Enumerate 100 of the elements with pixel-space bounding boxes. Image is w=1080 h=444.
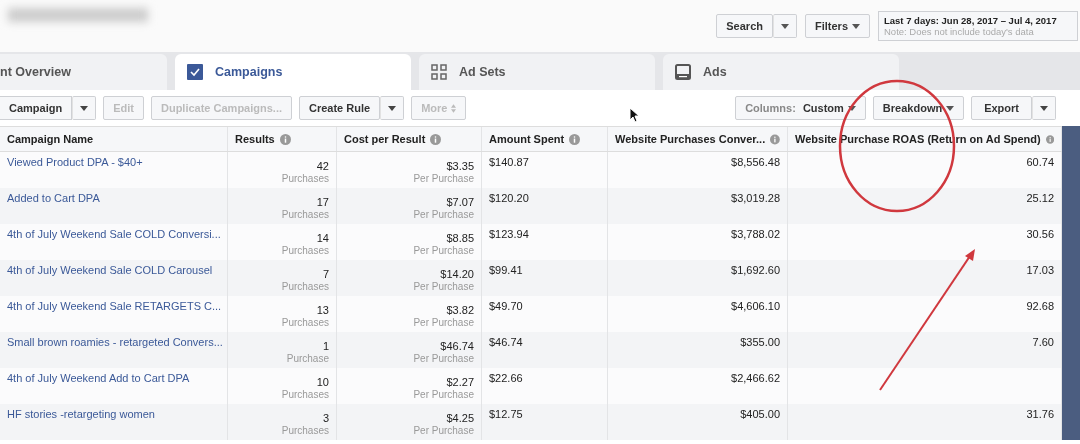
up-down-arrows-icon [451, 103, 457, 113]
cost-value: $2.27 [446, 376, 474, 388]
caret-icon [946, 105, 955, 111]
results-unit: Purchases [281, 317, 329, 328]
search-button[interactable]: Search [716, 14, 773, 38]
cost-unit: Per Purchase [413, 209, 474, 220]
filters-button[interactable]: Filters [805, 14, 870, 38]
campaign-link[interactable]: 4th of July Weekend Add to Cart DPA [7, 372, 190, 384]
results-unit: Purchases [281, 425, 329, 436]
date-range-picker[interactable]: Last 7 days: Jun 28, 2017 – Jul 4, 2017 Note: Does not include today's data [878, 11, 1078, 41]
results-value: 42 [316, 160, 329, 172]
conversion-value: $2,466.62 [731, 372, 780, 384]
amount-spent: $49.70 [489, 300, 523, 312]
roas-value: 7.60 [1032, 336, 1054, 348]
results-unit: Purchases [281, 173, 329, 184]
info-icon [279, 133, 291, 145]
conversion-value: $3,788.02 [731, 228, 780, 240]
cost-unit: Per Purchase [413, 353, 474, 364]
caret-icon [781, 23, 789, 29]
amount-spent: $12.75 [489, 408, 523, 420]
breakdown-button[interactable]: Breakdown [872, 96, 965, 120]
campaign-link[interactable]: HF stories -retargeting women [7, 408, 155, 420]
column-header[interactable]: Website Purchases Conver... [608, 127, 788, 151]
cost-value: $7.07 [446, 196, 474, 208]
cost-unit: Per Purchase [413, 173, 474, 184]
grid-icon [431, 64, 447, 80]
conversion-value: $3,019.28 [731, 192, 780, 204]
results-value: 3 [322, 412, 329, 424]
campaign-link[interactable]: Added to Cart DPA [7, 192, 100, 204]
cost-value: $8.85 [446, 232, 474, 244]
columns-button[interactable]: Columns: Custom [735, 96, 866, 120]
toolbar-button[interactable]: Create Rule [299, 96, 381, 120]
conversion-value: $355.00 [740, 336, 780, 348]
info-icon [770, 133, 780, 145]
results-unit: Purchases [281, 281, 329, 292]
caret-icon [388, 105, 397, 111]
results-value: 14 [316, 232, 329, 244]
cursor-icon [629, 107, 639, 123]
campaign-link[interactable]: 4th of July Weekend Sale COLD Conversi... [7, 228, 221, 240]
cost-value: $14.20 [440, 268, 474, 280]
conversion-value: $4,606.10 [731, 300, 780, 312]
roas-value: 30.56 [1026, 228, 1054, 240]
export-button[interactable]: Export [971, 96, 1032, 120]
toolbar-button[interactable]: Campaign [0, 96, 73, 120]
ad-icon [675, 64, 691, 80]
dropdown-button[interactable] [1032, 96, 1056, 120]
dropdown-button[interactable] [773, 14, 797, 38]
checkbox-icon [187, 64, 203, 80]
cost-unit: Per Purchase [413, 245, 474, 256]
results-unit: Purchase [286, 353, 329, 364]
conversion-value: $8,556.48 [731, 156, 780, 168]
tab[interactable]: Ads [663, 54, 899, 90]
results-unit: Purchases [281, 245, 329, 256]
results-value: 1 [322, 340, 329, 352]
conversion-value: $405.00 [740, 408, 780, 420]
cost-unit: Per Purchase [413, 281, 474, 292]
roas-value: 60.74 [1026, 156, 1054, 168]
results-value: 7 [322, 268, 329, 280]
roas-value: 17.03 [1026, 264, 1054, 276]
campaign-link[interactable]: Small brown roamies - retargeted Convers... [7, 336, 223, 348]
results-value: 13 [316, 304, 329, 316]
campaign-link[interactable]: 4th of July Weekend Sale RETARGETS C... [7, 300, 222, 312]
cost-value: $4.25 [446, 412, 474, 424]
cost-value: $3.35 [446, 160, 474, 172]
roas-value: 31.76 [1026, 408, 1054, 420]
amount-spent: $99.41 [489, 264, 523, 276]
amount-spent: $120.20 [489, 192, 529, 204]
results-unit: Purchases [281, 209, 329, 220]
caret-icon [852, 23, 860, 29]
amount-spent: $22.66 [489, 372, 523, 384]
results-value: 17 [316, 196, 329, 208]
roas-value: 25.12 [1026, 192, 1054, 204]
column-header[interactable]: Cost per Result [337, 127, 482, 151]
caret-icon [80, 105, 89, 111]
cost-value: $46.74 [440, 340, 474, 352]
amount-spent: $140.87 [489, 156, 529, 168]
tab[interactable]: nt Overview [0, 54, 167, 90]
roas-value: 92.68 [1026, 300, 1054, 312]
tab[interactable]: Ad Sets [419, 54, 655, 90]
campaign-link[interactable]: 4th of July Weekend Sale COLD Carousel [7, 264, 213, 276]
info-icon [430, 133, 442, 145]
column-header[interactable]: Amount Spent [482, 127, 608, 151]
results-unit: Purchases [281, 389, 329, 400]
amount-spent: $123.94 [489, 228, 529, 240]
dropdown-button[interactable] [72, 96, 97, 120]
info-icon [569, 133, 581, 145]
column-header[interactable]: Results [228, 127, 337, 151]
amount-spent: $46.74 [489, 336, 523, 348]
cost-unit: Per Purchase [413, 389, 474, 400]
cost-value: $3.82 [446, 304, 474, 316]
tab[interactable]: Campaigns [175, 54, 411, 90]
caret-icon [1040, 105, 1048, 111]
conversion-value: $1,692.60 [731, 264, 780, 276]
cost-unit: Per Purchase [413, 317, 474, 328]
campaign-link[interactable]: Viewed Product DPA - $40+ [7, 156, 143, 168]
dropdown-button[interactable] [380, 96, 405, 120]
cost-unit: Per Purchase [413, 425, 474, 436]
results-value: 10 [316, 376, 329, 388]
column-header[interactable]: Campaign Name [0, 127, 228, 151]
info-icon [1045, 133, 1054, 145]
